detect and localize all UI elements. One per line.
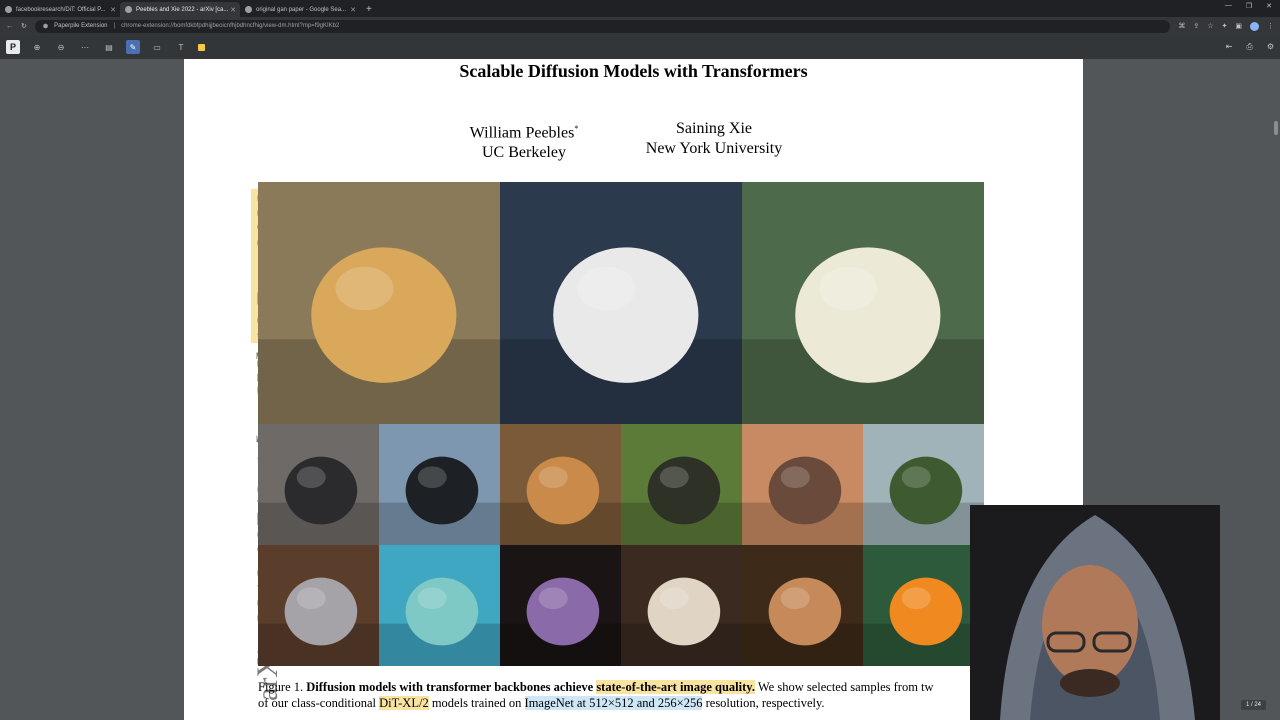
paper-title: Scalable Diffusion Models with Transform… bbox=[459, 61, 808, 81]
comment-icon[interactable]: ▤ bbox=[102, 40, 116, 54]
author-1: William Peebles* UC Berkeley bbox=[434, 119, 614, 163]
window-close-icon[interactable]: ✕ bbox=[1266, 2, 1272, 10]
print-icon[interactable]: ⎙ bbox=[1246, 42, 1252, 52]
caption-text: resolution, respectively. bbox=[702, 696, 825, 710]
pdf-toolbar: P ⊕ ⊖ ⋯ ▤ ✎ ▭ T ⇤ ⎙ ⚙ bbox=[0, 35, 1280, 59]
tab-label: original gan paper - Google Sea... bbox=[256, 6, 347, 13]
caption-highlight: ImageNet at 512×512 and 256×256 bbox=[524, 696, 703, 710]
toolbar-right: ⇤ ⎙ ⚙ bbox=[1226, 42, 1274, 52]
sample-image-crocodile bbox=[621, 424, 742, 545]
author-affiliation: UC Berkeley bbox=[482, 144, 566, 162]
sample-image-toucan bbox=[863, 545, 984, 666]
close-icon[interactable]: ✕ bbox=[230, 6, 236, 14]
author-mark: * bbox=[574, 124, 579, 133]
tab-label: Peebles and Xie 2022 - arXiv [ca... bbox=[136, 6, 229, 13]
caption-label: Figure 1. bbox=[258, 680, 307, 694]
sample-image-cockatoo bbox=[742, 182, 984, 424]
caption-highlight: state-of-the-art image quality. bbox=[596, 680, 755, 694]
author-affiliation: New York University bbox=[645, 140, 783, 157]
sample-image-snake bbox=[742, 545, 863, 666]
caption-text: We show selected samples from tw bbox=[754, 680, 934, 694]
sample-image-ferret bbox=[621, 545, 742, 666]
window-controls: — ❐ ✕ bbox=[1225, 2, 1272, 10]
highlight-color-swatch[interactable] bbox=[198, 43, 205, 51]
sample-image-car-side-mirror bbox=[379, 424, 500, 545]
sidebar-toggle-icon[interactable]: ⇤ bbox=[1226, 42, 1233, 52]
tab-google[interactable]: original gan paper - Google Sea... ✕ bbox=[240, 2, 360, 17]
sample-image-suspension-bridge bbox=[863, 424, 984, 545]
webcam-overlay bbox=[970, 505, 1220, 720]
sample-image-bakery-display bbox=[500, 424, 621, 545]
zoom-out-icon[interactable]: ⊖ bbox=[54, 40, 68, 54]
tab-label: facebookresearch/DiT: Official P... bbox=[16, 6, 106, 13]
puzzle-icon[interactable]: ✦ bbox=[1222, 22, 1228, 31]
figure-1-sample-grid bbox=[258, 182, 985, 666]
pen-icon[interactable]: ✎ bbox=[126, 40, 140, 54]
bookmark-star-icon[interactable]: ☆ bbox=[1207, 22, 1213, 31]
sidebar-icon[interactable]: ▣ bbox=[1235, 22, 1242, 31]
page-indicator: 1 / 24 bbox=[1240, 700, 1266, 710]
figure-caption: Figure 1. Diffusion models with transfor… bbox=[258, 679, 1058, 711]
extension-label: Paperpile Extension bbox=[54, 23, 108, 29]
sample-image-dung-beetle bbox=[742, 424, 863, 545]
close-icon[interactable]: ✕ bbox=[350, 6, 356, 14]
caption-text: models trained on bbox=[428, 696, 525, 710]
tab-paper[interactable]: Peebles and Xie 2022 - arXiv [ca... ✕ bbox=[120, 2, 240, 17]
omnibox[interactable]: ⬢ Paperpile Extension | chrome-extension… bbox=[34, 19, 1171, 33]
menu-icon[interactable]: ⋮ bbox=[1267, 22, 1274, 31]
pdf-page: Scalable Diffusion Models with Transform… bbox=[184, 59, 1083, 720]
rectangle-icon[interactable]: ▭ bbox=[150, 40, 164, 54]
share-icon[interactable]: ⇪ bbox=[1193, 22, 1199, 31]
settings-gear-icon[interactable]: ⚙ bbox=[1267, 42, 1274, 52]
sample-image-husky bbox=[500, 182, 742, 424]
url-text: chrome-extension://bomfdkbfpdhijjbeoicnf… bbox=[121, 23, 340, 29]
reload-icon[interactable]: ↻ bbox=[21, 22, 27, 30]
translate-icon[interactable]: ⌘ bbox=[1178, 22, 1185, 31]
sample-image-sea-turtle bbox=[379, 545, 500, 666]
sample-image-soap-bubble bbox=[500, 545, 621, 666]
github-icon bbox=[5, 6, 12, 13]
sample-image-porcupine bbox=[258, 424, 379, 545]
new-tab-button[interactable]: + bbox=[366, 2, 372, 17]
sample-image-golden-retriever-puppy bbox=[258, 182, 500, 424]
paperpile-logo-icon[interactable]: P bbox=[6, 40, 20, 54]
author-name: William Peebles bbox=[469, 124, 575, 142]
minimize-icon[interactable]: — bbox=[1225, 2, 1232, 10]
separator: | bbox=[113, 23, 116, 29]
scrollbar[interactable] bbox=[1274, 121, 1278, 135]
close-icon[interactable]: ✕ bbox=[110, 6, 116, 14]
author-2: Saining Xie New York University bbox=[624, 119, 804, 159]
author-name: Saining Xie bbox=[676, 120, 752, 137]
caption-highlight: DiT-XL/2 bbox=[379, 696, 429, 710]
presenter-image bbox=[970, 505, 1220, 720]
zoom-in-icon[interactable]: ⊕ bbox=[30, 40, 44, 54]
extension-icon: ⬢ bbox=[42, 23, 49, 30]
browser-actions: ⌘ ⇪ ☆ ✦ ▣ ⋮ bbox=[1178, 21, 1274, 31]
sample-image-koala bbox=[258, 545, 379, 666]
avatar[interactable] bbox=[1250, 21, 1259, 31]
google-icon bbox=[245, 6, 252, 13]
tab-bar: facebookresearch/DiT: Official P... ✕ Pe… bbox=[0, 0, 1280, 17]
restore-icon[interactable]: ❐ bbox=[1246, 2, 1252, 10]
address-bar: ← ↻ ⬢ Paperpile Extension | chrome-exten… bbox=[0, 17, 1280, 35]
more-icon[interactable]: ⋯ bbox=[78, 40, 92, 54]
caption-text: of our class-conditional bbox=[258, 696, 380, 710]
tab-github[interactable]: facebookresearch/DiT: Official P... ✕ bbox=[0, 2, 120, 17]
paperpile-icon bbox=[125, 6, 132, 13]
caption-bold: Diffusion models with transformer backbo… bbox=[306, 680, 597, 694]
text-icon[interactable]: T bbox=[174, 40, 188, 54]
back-icon[interactable]: ← bbox=[6, 23, 13, 30]
